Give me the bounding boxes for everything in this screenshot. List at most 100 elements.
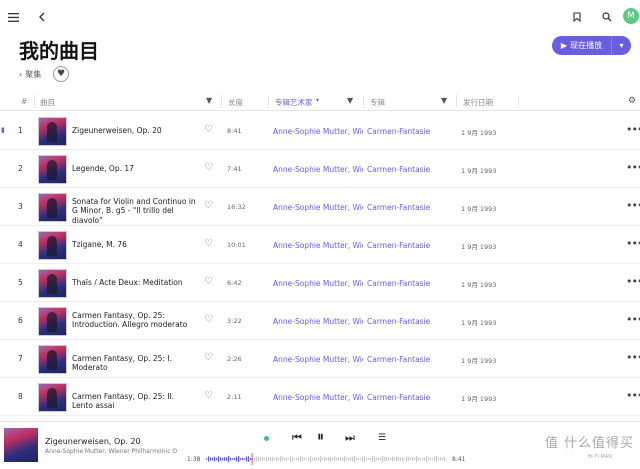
header-number: # <box>21 97 28 106</box>
header-title[interactable]: 曲目 <box>40 97 55 108</box>
play-now-button[interactable]: ▶ 现在播放 <box>552 36 611 55</box>
favorite-heart-button[interactable]: ♥ <box>53 66 69 82</box>
table-row[interactable]: ▮ 1 Zigeunerweisen, Op. 20 ♡ 8:41 Anne-S… <box>0 112 640 150</box>
album-cover <box>38 155 67 184</box>
now-playing-cover[interactable] <box>4 428 38 462</box>
track-duration: 6:42 <box>227 279 242 287</box>
track-duration: 3:22 <box>227 317 242 325</box>
album-cover <box>38 383 67 412</box>
track-number: 6 <box>18 316 23 325</box>
more-options-icon[interactable]: ••• <box>626 313 640 326</box>
track-release-date: 1 9月 1993 <box>461 395 497 403</box>
header-album[interactable]: 专辑 <box>370 97 385 108</box>
favorite-heart-icon[interactable]: ♡ <box>204 162 213 173</box>
table-row[interactable]: 7 Carmen Fantasy, Op. 25: I. Moderato ♡ … <box>0 340 640 378</box>
filter-icon[interactable]: ▼ <box>206 96 212 105</box>
track-release-date: 1 9月 1993 <box>461 281 497 289</box>
track-artist-link[interactable]: Anne-Sophie Mutter, Wiener <box>273 127 363 136</box>
queue-icon[interactable]: ☰ <box>378 433 386 443</box>
track-release-date: 1 9月 1993 <box>461 243 497 251</box>
more-options-icon[interactable]: ••• <box>626 237 640 250</box>
play-options-dropdown[interactable]: ▾ <box>611 36 631 55</box>
table-row[interactable]: 8 Carmen Fantasy, Op. 25: II. Lento assa… <box>0 378 640 416</box>
track-artist-link[interactable]: Anne-Sophie Mutter, Wiener <box>273 165 363 174</box>
table-row[interactable]: 2 Legende, Op. 17 ♡ 7:41 Anne-Sophie Mut… <box>0 150 640 188</box>
progress-waveform[interactable] <box>206 453 446 465</box>
favorite-heart-icon[interactable]: ♡ <box>204 352 213 363</box>
search-icon[interactable] <box>598 8 616 26</box>
settings-gear-icon[interactable]: ⚙ <box>628 96 636 106</box>
watermark-sub: HI-FI MAN <box>587 454 612 460</box>
play-now-label: 现在播放 <box>570 41 603 50</box>
table-row[interactable]: 6 Carmen Fantasy, Op. 25: Introduction. … <box>0 302 640 340</box>
track-album-link[interactable]: Carmen-Fantasie <box>367 203 430 212</box>
track-album-link[interactable]: Carmen-Fantasie <box>367 355 430 364</box>
avatar[interactable]: M <box>623 8 639 24</box>
table-row[interactable]: 5 Thaïs / Acte Deux: Meditation ♡ 6:42 A… <box>0 264 640 302</box>
menu-icon[interactable] <box>4 8 22 26</box>
column-divider <box>363 95 364 107</box>
track-release-date: 1 9月 1993 <box>461 319 497 327</box>
column-divider <box>221 95 222 107</box>
track-artist-link[interactable]: Anne-Sophie Mutter, Wiener <box>273 241 363 250</box>
track-number: 8 <box>18 392 23 401</box>
track-duration: 16:32 <box>227 203 246 211</box>
track-album-link[interactable]: Carmen-Fantasie <box>367 279 430 288</box>
header-date[interactable]: 发行日期 <box>463 97 493 108</box>
now-playing-artist[interactable]: Anne-Sophie Mutter, Wiener Philharmonic … <box>45 448 177 455</box>
previous-track-icon[interactable]: ⏮ <box>292 431 302 445</box>
filter-icon[interactable]: ▼ <box>441 96 447 105</box>
album-cover <box>38 269 67 298</box>
player-bar: Zigeunerweisen, Op. 20 Anne-Sophie Mutte… <box>0 421 640 469</box>
watermark: 值 什么值得买 <box>544 436 634 451</box>
track-album-link[interactable]: Carmen-Fantasie <box>367 165 430 174</box>
table-row[interactable]: 4 Tzigane, M. 76 ♡ 10:01 Anne-Sophie Mut… <box>0 226 640 264</box>
next-track-icon[interactable]: ⏭ <box>345 431 355 445</box>
more-options-icon[interactable]: ••• <box>626 199 640 212</box>
favorite-heart-icon[interactable]: ♡ <box>204 238 213 249</box>
more-options-icon[interactable]: ••• <box>626 275 640 288</box>
track-number: 7 <box>18 354 23 363</box>
chevron-right-icon: › <box>19 70 23 79</box>
collection-toggle[interactable]: › 聚集 <box>19 69 41 80</box>
more-options-icon[interactable]: ••• <box>626 389 640 402</box>
track-artist-link[interactable]: Anne-Sophie Mutter, Wiener <box>273 355 363 364</box>
track-artist-link[interactable]: Anne-Sophie Mutter, Wiener <box>273 393 363 402</box>
track-album-link[interactable]: Carmen-Fantasie <box>367 317 430 326</box>
bookmark-icon[interactable] <box>568 8 586 26</box>
pause-icon[interactable]: ⏸ <box>317 429 324 445</box>
favorite-heart-icon[interactable]: ♡ <box>204 200 213 211</box>
track-title: Carmen Fantasy, Op. 25: I. Moderato <box>72 354 172 373</box>
track-number: 4 <box>18 240 23 249</box>
track-artist-link[interactable]: Anne-Sophie Mutter, Wiener <box>273 317 363 326</box>
more-options-icon[interactable]: ••• <box>626 161 640 174</box>
track-number: 5 <box>18 278 23 287</box>
favorite-heart-icon[interactable]: ♡ <box>204 390 213 401</box>
back-icon[interactable] <box>33 8 51 26</box>
favorite-heart-icon[interactable]: ♡ <box>204 314 213 325</box>
more-options-icon[interactable]: ••• <box>626 123 640 136</box>
now-playing-title[interactable]: Zigeunerweisen, Op. 20 <box>45 437 141 446</box>
favorite-heart-icon[interactable]: ♡ <box>204 124 213 135</box>
play-icon: ▶ <box>560 41 568 50</box>
header-artist[interactable]: 专辑艺术家 <box>275 97 313 108</box>
track-duration: 7:41 <box>227 165 242 173</box>
track-album-link[interactable]: Carmen-Fantasie <box>367 241 430 250</box>
track-artist-link[interactable]: Anne-Sophie Mutter, Wiener <box>273 279 363 288</box>
favorite-heart-icon[interactable]: ♡ <box>204 276 213 287</box>
track-artist-link[interactable]: Anne-Sophie Mutter, Wiener <box>273 203 363 212</box>
column-divider <box>34 95 35 107</box>
track-release-date: 1 9月 1993 <box>461 129 497 137</box>
album-cover <box>38 231 67 260</box>
collection-label: 聚集 <box>25 70 42 79</box>
track-album-link[interactable]: Carmen-Fantasie <box>367 393 430 402</box>
track-album-link[interactable]: Carmen-Fantasie <box>367 127 430 136</box>
top-bar: M <box>0 0 640 34</box>
more-options-icon[interactable]: ••• <box>626 351 640 364</box>
track-duration: 2:11 <box>227 393 242 401</box>
header-duration[interactable]: 长度 <box>228 97 243 108</box>
table-row[interactable]: 3 Sonata for Violin and Continuo in G Mi… <box>0 188 640 226</box>
filter-icon[interactable]: ▼ <box>347 96 353 105</box>
album-cover <box>38 117 67 146</box>
track-title: Legende, Op. 17 <box>72 164 134 173</box>
